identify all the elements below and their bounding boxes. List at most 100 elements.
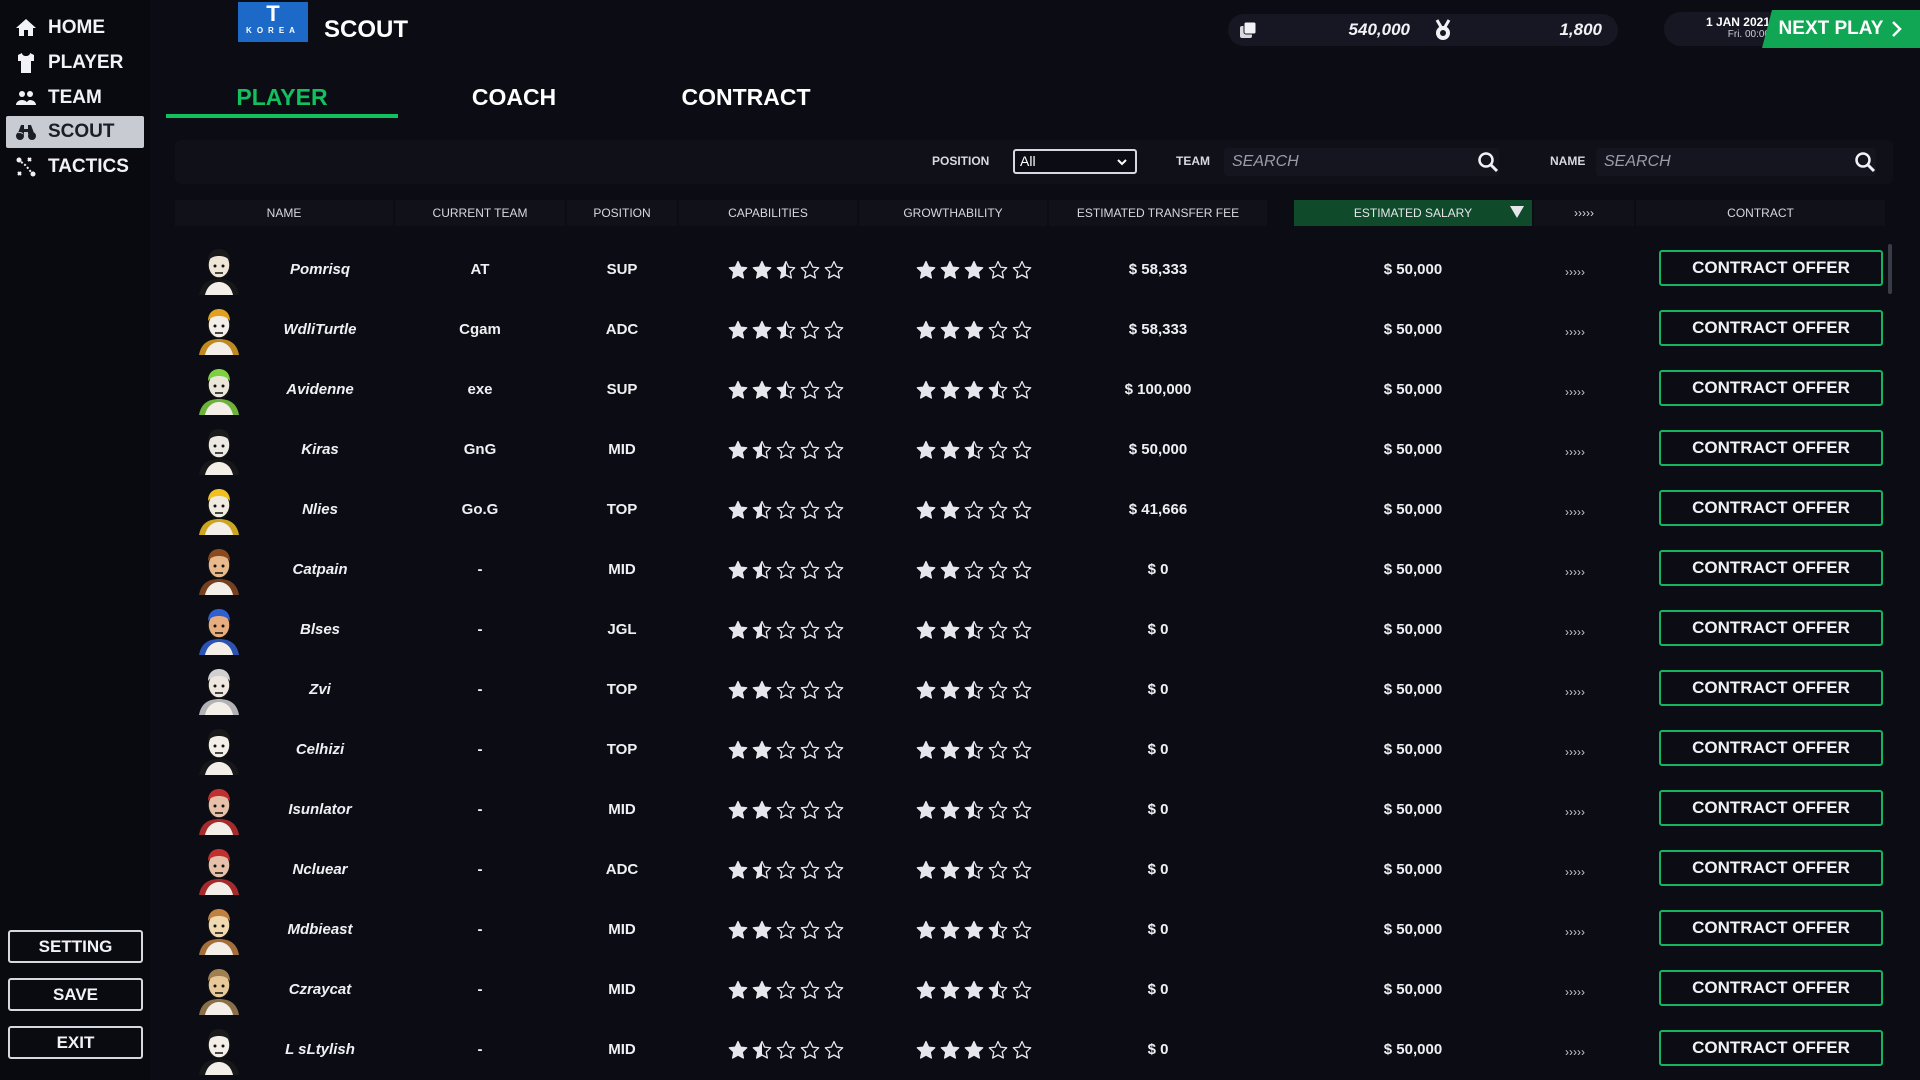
column-position[interactable]: POSITION xyxy=(567,200,677,226)
star-icon xyxy=(988,740,1008,759)
tab-contract[interactable]: CONTRACT xyxy=(630,84,862,118)
sidebar: HOME PLAYER TEAM SCOUT TACTICS SETTING S… xyxy=(0,0,150,1080)
growthability-rating xyxy=(916,860,1032,880)
table-row[interactable]: WdliTurtle Cgam ADC $ 58,333 $ 50,000 ››… xyxy=(175,300,1885,360)
player-team: - xyxy=(477,621,483,638)
sidebar-item-tactics[interactable]: TACTICS xyxy=(6,151,144,183)
column-name[interactable]: NAME xyxy=(175,200,393,226)
table-row[interactable]: Kiras GnG MID $ 50,000 $ 50,000 ››››› CO… xyxy=(175,420,1885,480)
sidebar-item-team[interactable]: TEAM xyxy=(6,82,144,114)
column-more[interactable]: ››››› xyxy=(1534,200,1634,226)
tab-coach[interactable]: COACH xyxy=(398,84,630,118)
star-icon xyxy=(752,680,772,699)
team-search-input[interactable]: SEARCH xyxy=(1224,148,1499,176)
name-search-input[interactable]: SEARCH xyxy=(1596,148,1876,176)
star-icon xyxy=(752,740,772,759)
column-current-team[interactable]: CURRENT TEAM xyxy=(395,200,565,226)
star-icon xyxy=(940,740,960,759)
contract-offer-button[interactable]: CONTRACT OFFER xyxy=(1659,730,1883,766)
sidebar-item-home[interactable]: HOME xyxy=(6,12,144,44)
player-detail-link[interactable]: ››››› xyxy=(1565,1020,1585,1080)
player-detail-link[interactable]: ››››› xyxy=(1565,540,1585,600)
table-row[interactable]: Pomrisq AT SUP $ 58,333 $ 50,000 ››››› C… xyxy=(175,240,1885,300)
search-icon[interactable] xyxy=(1854,151,1876,173)
contract-offer-button[interactable]: CONTRACT OFFER xyxy=(1659,310,1883,346)
search-icon[interactable] xyxy=(1477,151,1499,173)
star-icon xyxy=(1012,800,1032,819)
setting-button[interactable]: SETTING xyxy=(8,930,143,963)
player-detail-link[interactable]: ››››› xyxy=(1565,840,1585,900)
contract-offer-button[interactable]: CONTRACT OFFER xyxy=(1659,1030,1883,1066)
player-detail-link[interactable]: ››››› xyxy=(1565,780,1585,840)
save-button[interactable]: SAVE xyxy=(8,978,143,1011)
table-row[interactable]: Avidenne exe SUP $ 100,000 $ 50,000 ››››… xyxy=(175,360,1885,420)
star-icon xyxy=(988,1040,1008,1059)
player-detail-link[interactable]: ››››› xyxy=(1565,420,1585,480)
growthability-rating xyxy=(916,560,1032,580)
star-icon xyxy=(728,920,748,939)
position-select[interactable]: All xyxy=(1013,149,1137,174)
table-row[interactable]: Mdbieast - MID $ 0 $ 50,000 ››››› CONTRA… xyxy=(175,900,1885,960)
column-salary[interactable]: ESTIMATED SALARY xyxy=(1294,200,1532,226)
table-row[interactable]: Catpain - MID $ 0 $ 50,000 ››››› CONTRAC… xyxy=(175,540,1885,600)
star-icon xyxy=(776,800,796,819)
game-date: 1 JAN 2021 Fri. 00:00 xyxy=(1664,12,1776,46)
avatar xyxy=(199,489,239,535)
table-row[interactable]: Nlies Go.G TOP $ 41,666 $ 50,000 ››››› C… xyxy=(175,480,1885,540)
player-detail-link[interactable]: ››››› xyxy=(1565,900,1585,960)
table-row[interactable]: L sLtylish - MID $ 0 $ 50,000 ››››› CONT… xyxy=(175,1020,1885,1080)
star-icon xyxy=(1012,920,1032,939)
sidebar-item-player[interactable]: PLAYER xyxy=(6,47,144,79)
table-row[interactable]: Blses - JGL $ 0 $ 50,000 ››››› CONTRACT … xyxy=(175,600,1885,660)
transfer-fee: $ 100,000 xyxy=(1124,381,1192,398)
star-icon xyxy=(988,980,1008,999)
player-detail-link[interactable]: ››››› xyxy=(1565,660,1585,720)
contract-offer-button[interactable]: CONTRACT OFFER xyxy=(1659,850,1883,886)
star-icon xyxy=(1012,380,1032,399)
contract-offer-button[interactable]: CONTRACT OFFER xyxy=(1659,610,1883,646)
table-row[interactable]: Isunlator - MID $ 0 $ 50,000 ››››› CONTR… xyxy=(175,780,1885,840)
player-position: TOP xyxy=(606,741,638,758)
contract-offer-button[interactable]: CONTRACT OFFER xyxy=(1659,370,1883,406)
exit-button[interactable]: EXIT xyxy=(8,1026,143,1059)
position-select-value: All xyxy=(1020,153,1036,169)
player-detail-link[interactable]: ››››› xyxy=(1565,960,1585,1020)
contract-offer-button[interactable]: CONTRACT OFFER xyxy=(1659,430,1883,466)
star-icon xyxy=(988,500,1008,519)
star-icon xyxy=(728,800,748,819)
contract-offer-button[interactable]: CONTRACT OFFER xyxy=(1659,790,1883,826)
next-play-button[interactable]: NEXT PLAY xyxy=(1762,10,1920,48)
player-detail-link[interactable]: ››››› xyxy=(1565,240,1585,300)
table-row[interactable]: Ncluear - ADC $ 0 $ 50,000 ››››› CONTRAC… xyxy=(175,840,1885,900)
star-icon xyxy=(1012,740,1032,759)
sidebar-item-scout[interactable]: SCOUT xyxy=(6,116,144,148)
contract-offer-button[interactable]: CONTRACT OFFER xyxy=(1659,550,1883,586)
table-row[interactable]: Celhizi - TOP $ 0 $ 50,000 ››››› CONTRAC… xyxy=(175,720,1885,780)
column-transfer-fee[interactable]: ESTIMATED TRANSFER FEE xyxy=(1049,200,1267,226)
star-icon xyxy=(728,440,748,459)
player-detail-link[interactable]: ››››› xyxy=(1565,360,1585,420)
table-row[interactable]: Zvi - TOP $ 0 $ 50,000 ››››› CONTRACT OF… xyxy=(175,660,1885,720)
star-icon xyxy=(916,740,936,759)
column-capabilities[interactable]: CAPABILITIES xyxy=(679,200,857,226)
avatar xyxy=(199,669,239,715)
tab-player[interactable]: PLAYER xyxy=(166,84,398,118)
contract-offer-button[interactable]: CONTRACT OFFER xyxy=(1659,490,1883,526)
player-name: Ncluear xyxy=(292,861,348,878)
scrollbar[interactable] xyxy=(1888,244,1892,294)
contract-offer-button[interactable]: CONTRACT OFFER xyxy=(1659,250,1883,286)
estimated-salary: $ 50,000 xyxy=(1383,801,1443,818)
contract-offer-button[interactable]: CONTRACT OFFER xyxy=(1659,670,1883,706)
star-icon xyxy=(776,500,796,519)
star-icon xyxy=(964,740,984,759)
player-detail-link[interactable]: ››››› xyxy=(1565,300,1585,360)
contract-offer-button[interactable]: CONTRACT OFFER xyxy=(1659,910,1883,946)
contract-offer-button[interactable]: CONTRACT OFFER xyxy=(1659,970,1883,1006)
player-detail-link[interactable]: ››››› xyxy=(1565,600,1585,660)
column-growthability[interactable]: GROWTHABILITY xyxy=(859,200,1047,226)
star-icon xyxy=(1012,440,1032,459)
player-detail-link[interactable]: ››››› xyxy=(1565,720,1585,780)
player-detail-link[interactable]: ››››› xyxy=(1565,480,1585,540)
star-icon xyxy=(964,260,984,279)
table-row[interactable]: Czraycat - MID $ 0 $ 50,000 ››››› CONTRA… xyxy=(175,960,1885,1020)
